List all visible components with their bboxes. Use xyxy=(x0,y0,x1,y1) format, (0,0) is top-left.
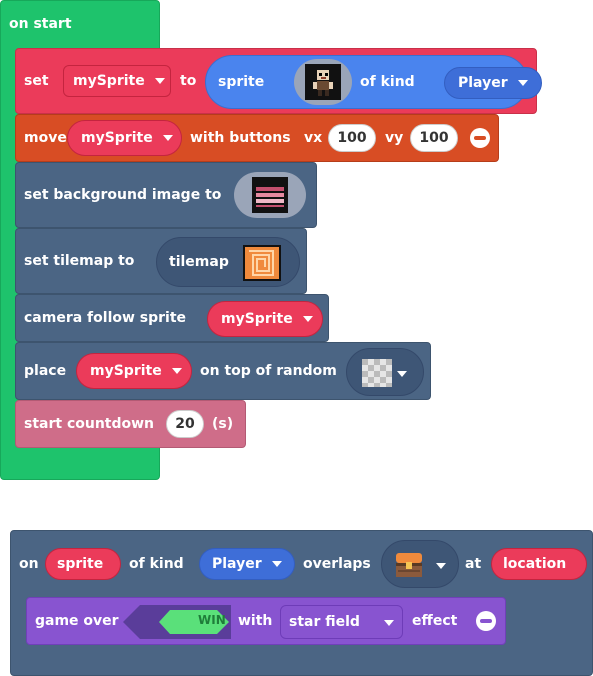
countdown-input[interactable]: 20 xyxy=(166,410,204,438)
minus-circle-icon[interactable] xyxy=(470,128,490,148)
vx-input[interactable]: 100 xyxy=(328,124,376,152)
sprite-variable-dropdown[interactable]: sprite xyxy=(45,548,121,580)
caret-down-icon xyxy=(154,78,165,84)
background-image-picker[interactable] xyxy=(234,172,306,218)
mysprite-variable-dropdown[interactable]: mySprite xyxy=(67,120,182,156)
win-label: WIN xyxy=(198,613,226,627)
move-label: move xyxy=(24,130,67,146)
on-overlap-block[interactable]: on sprite of kind Player overlaps at loc… xyxy=(10,530,593,676)
move-with-buttons-block[interactable]: move mySprite with buttons vx 100 vy 100 xyxy=(15,114,499,162)
on-start-label: on start xyxy=(9,16,72,32)
game-over-block[interactable]: game over WIN with star field effect xyxy=(26,597,506,645)
effect-label: effect xyxy=(412,613,458,629)
set-sprite-block[interactable]: set mySprite to sprite of kind Player xyxy=(15,48,542,114)
vx-label: vx xyxy=(304,130,323,146)
sprite-of-kind-reporter[interactable]: sprite of kind Player xyxy=(205,55,542,109)
sprite-image-picker[interactable] xyxy=(294,59,352,105)
minus-circle-icon[interactable] xyxy=(476,611,496,631)
set-tilemap-block[interactable]: set tilemap to tilemap xyxy=(15,228,307,294)
caret-down-icon xyxy=(302,316,313,322)
kind-dropdown[interactable]: Player xyxy=(444,67,542,99)
mysprite-variable-dropdown[interactable]: mySprite xyxy=(76,353,192,389)
sprite-label: sprite xyxy=(218,74,265,90)
overlap-image-dropdown[interactable] xyxy=(381,540,459,588)
set-background-label: set background image to xyxy=(24,187,222,203)
mysprite-variable-dropdown[interactable]: mySprite xyxy=(207,301,323,337)
of-kind-label: of kind xyxy=(360,74,415,90)
set-tilemap-label: set tilemap to xyxy=(24,253,135,269)
location-variable-dropdown[interactable]: location xyxy=(491,548,587,580)
pixel-character-icon xyxy=(305,64,341,100)
set-label: set xyxy=(24,73,49,89)
place-label: place xyxy=(24,363,67,379)
start-countdown-label: start countdown xyxy=(24,416,155,432)
to-label: to xyxy=(180,73,197,89)
tile-image-dropdown[interactable] xyxy=(346,348,424,396)
effect-dropdown[interactable]: star field xyxy=(280,605,403,639)
camera-follow-label: camera follow sprite xyxy=(24,310,187,326)
transparent-checker-icon xyxy=(362,359,392,387)
caret-down-icon xyxy=(271,561,282,567)
vy-input[interactable]: 100 xyxy=(410,124,458,152)
seconds-unit-label: (s) xyxy=(212,416,234,432)
overlaps-label: overlaps xyxy=(303,556,371,572)
caret-down-icon xyxy=(436,563,446,569)
pink-brick-image-icon xyxy=(252,177,288,213)
of-kind-label: of kind xyxy=(129,556,184,572)
caret-down-icon xyxy=(162,135,173,141)
game-over-label: game over xyxy=(35,613,119,629)
on-top-of-random-label: on top of random xyxy=(200,363,337,379)
vy-label: vy xyxy=(385,130,404,146)
caret-down-icon xyxy=(517,80,528,86)
camera-follow-block[interactable]: camera follow sprite mySprite xyxy=(15,294,329,342)
place-on-random-block[interactable]: place mySprite on top of random xyxy=(15,342,431,400)
caret-down-icon xyxy=(397,371,407,377)
caret-down-icon xyxy=(171,368,182,374)
tilemap-reporter[interactable]: tilemap xyxy=(156,237,300,287)
at-label: at xyxy=(465,556,482,572)
tilemap-value: tilemap xyxy=(169,254,229,270)
start-countdown-block[interactable]: start countdown 20 (s) xyxy=(15,400,246,448)
treasure-chest-icon xyxy=(396,553,422,577)
caret-down-icon xyxy=(384,620,394,626)
with-buttons-label: with buttons xyxy=(190,130,291,146)
with-label: with xyxy=(238,613,273,629)
kind-dropdown[interactable]: Player xyxy=(199,548,295,580)
set-background-block[interactable]: set background image to xyxy=(15,162,317,228)
on-label: on xyxy=(19,556,39,572)
mysprite-variable-dropdown[interactable]: mySprite xyxy=(63,65,171,97)
orange-maze-icon xyxy=(243,245,281,281)
